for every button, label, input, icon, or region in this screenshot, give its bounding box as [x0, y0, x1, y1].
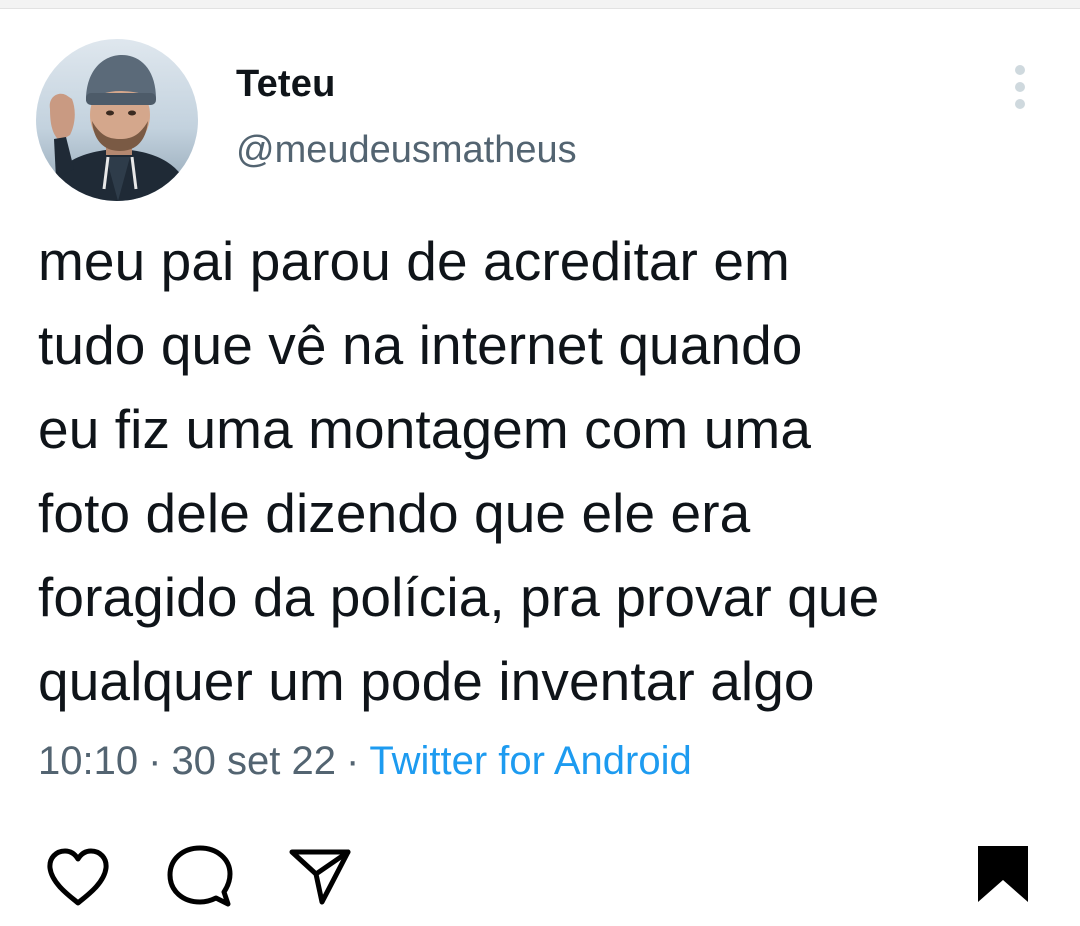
avatar-photo — [36, 39, 198, 201]
heart-icon[interactable] — [44, 846, 112, 908]
author-handle[interactable]: @meudeusmatheus — [236, 129, 577, 172]
author-display-name[interactable]: Teteu — [236, 63, 336, 106]
top-divider — [0, 0, 1080, 9]
share-icon[interactable] — [288, 848, 352, 906]
tweet-meta: 10:10 · 30 set 22 · Twitter for Android — [38, 739, 692, 784]
avatar[interactable] — [36, 39, 198, 201]
tweet-source-link[interactable]: Twitter for Android — [369, 739, 691, 783]
meta-separator: · — [148, 739, 162, 783]
tweet-date[interactable]: 30 set 22 — [171, 739, 336, 783]
post-action-bar — [0, 830, 1080, 926]
bookmark-icon[interactable] — [976, 844, 1030, 904]
tweet-time[interactable]: 10:10 — [38, 739, 138, 783]
tweet-text: meu pai parou de acreditar em tudo que v… — [38, 230, 880, 712]
more-vertical-icon[interactable] — [1004, 63, 1036, 111]
comment-icon[interactable] — [166, 844, 234, 910]
tweet-card: Teteu @meudeusmatheus meu pai parou de a… — [0, 9, 1080, 829]
meta-separator: · — [346, 739, 360, 783]
